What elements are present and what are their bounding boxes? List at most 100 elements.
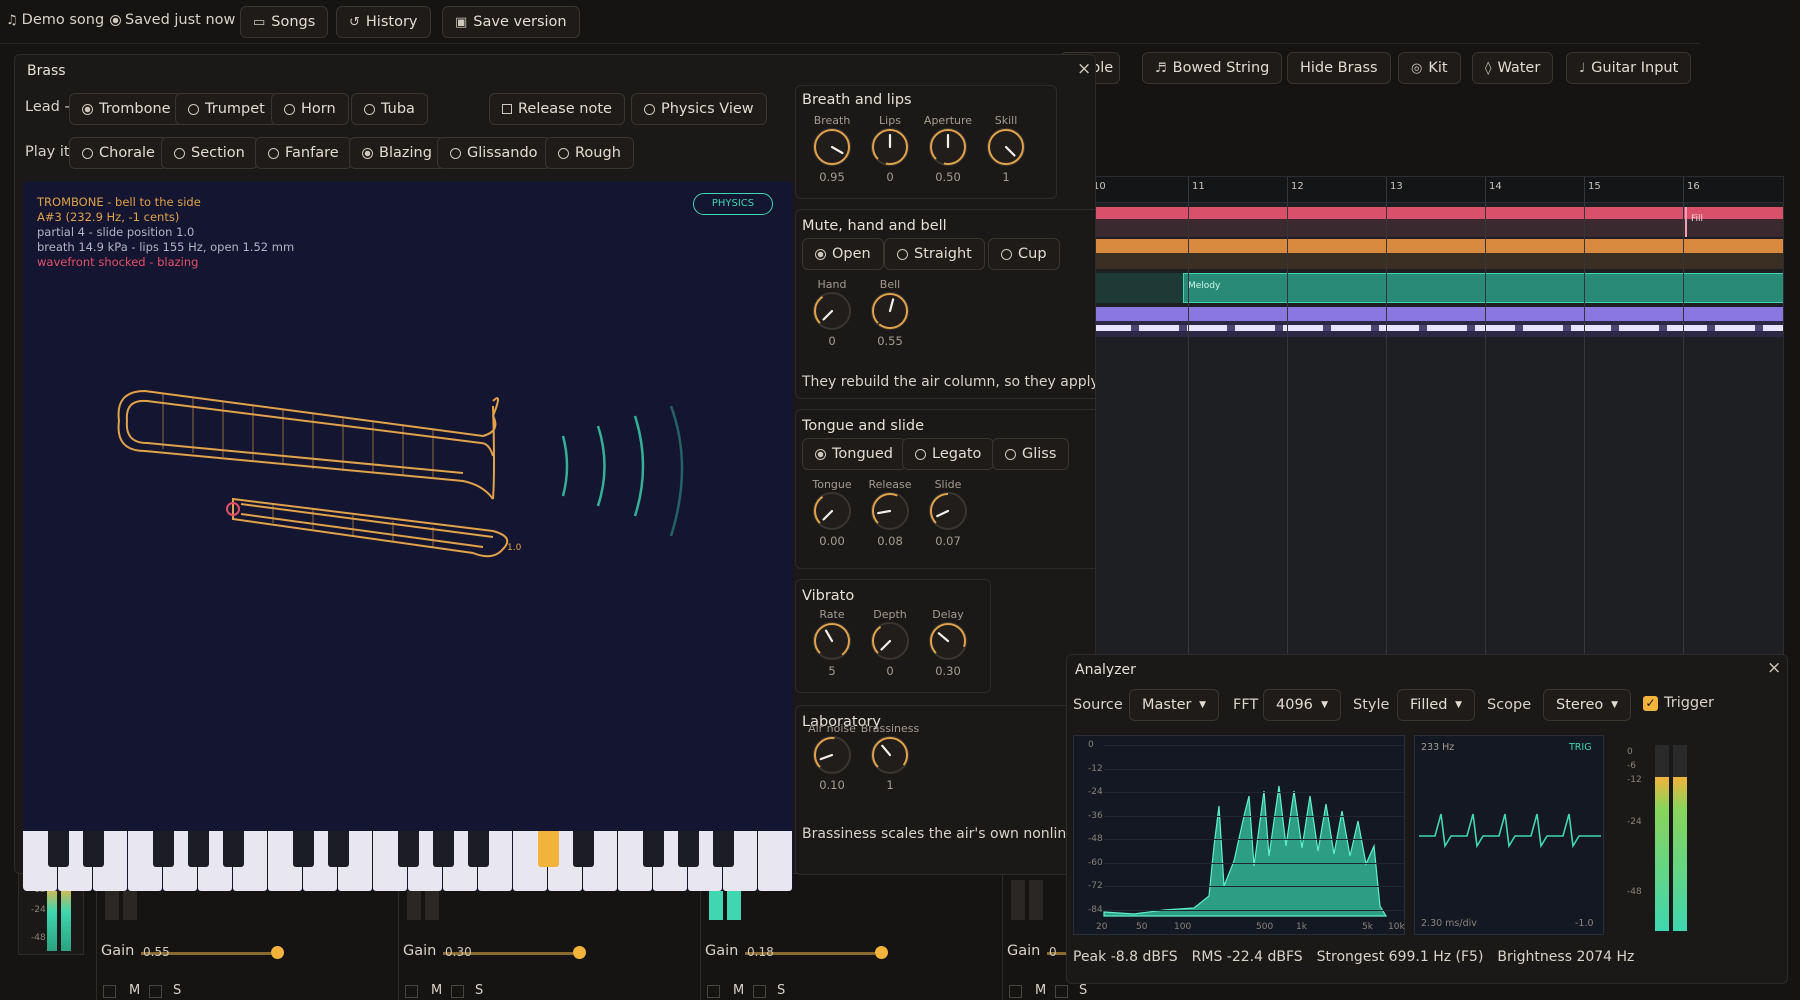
- tongue-option-1[interactable]: Legato: [902, 438, 995, 470]
- gain-slider-handle[interactable]: [875, 946, 888, 959]
- physics-view-toggle[interactable]: Physics View: [631, 93, 767, 125]
- guitar-input-button[interactable]: ♩ Guitar Input: [1566, 52, 1692, 84]
- meter-bar-left: [1655, 745, 1669, 931]
- mute-label: M: [129, 983, 141, 998]
- solo-checkbox[interactable]: [451, 985, 464, 998]
- mute-checkbox[interactable]: [707, 985, 720, 998]
- knob[interactable]: [813, 736, 851, 774]
- piano-black-key[interactable]: [187, 831, 209, 867]
- clip-purple[interactable]: [1091, 307, 1783, 321]
- mute-checkbox[interactable]: [1009, 985, 1022, 998]
- piano-keyboard: [23, 831, 793, 891]
- radio-icon: [82, 147, 93, 159]
- mute-option-1[interactable]: Straight: [884, 238, 985, 270]
- piano-black-key[interactable]: [47, 831, 69, 867]
- play-option-1[interactable]: Section: [161, 137, 258, 169]
- knob-arc: [988, 129, 1024, 165]
- piano-black-key[interactable]: [432, 831, 454, 867]
- radio-icon: [188, 103, 199, 115]
- clip-red[interactable]: [1091, 207, 1783, 219]
- play-option-2[interactable]: Fanfare: [255, 137, 352, 169]
- fft-select[interactable]: 4096 ▼: [1263, 689, 1341, 721]
- solo-checkbox[interactable]: [149, 985, 162, 998]
- source-select[interactable]: Master ▼: [1129, 689, 1219, 721]
- piano-black-key[interactable]: [82, 831, 104, 867]
- lead-option-0[interactable]: Trombone: [69, 93, 184, 125]
- knob[interactable]: [929, 622, 967, 660]
- mute-option-2[interactable]: Cup: [988, 238, 1060, 270]
- piano-white-key[interactable]: [758, 831, 792, 891]
- tongue-option-2[interactable]: Gliss: [992, 438, 1070, 470]
- mute-option-0[interactable]: Open: [802, 238, 884, 270]
- knob-value: 1: [1002, 170, 1010, 184]
- knob[interactable]: [813, 292, 851, 330]
- knob[interactable]: [987, 128, 1025, 166]
- piano-black-key[interactable]: [397, 831, 419, 867]
- close-icon[interactable]: ×: [1767, 658, 1781, 678]
- radio-icon: [268, 147, 279, 159]
- knob-value: 0.10: [819, 778, 845, 792]
- gain-slider-handle[interactable]: [271, 946, 284, 959]
- lead-option-3[interactable]: Tuba: [351, 93, 428, 125]
- scope-select[interactable]: Stereo ▼: [1543, 689, 1631, 721]
- tongue-option-0[interactable]: Tongued: [802, 438, 906, 470]
- piano-black-key[interactable]: [677, 831, 699, 867]
- song-title[interactable]: ♫ Demo song: [6, 12, 104, 28]
- piano-black-key[interactable]: [642, 831, 664, 867]
- play-option-0[interactable]: Chorale: [69, 137, 168, 169]
- save-version-button[interactable]: ▣ Save version: [442, 6, 580, 38]
- knob-label: Aperture: [923, 114, 973, 127]
- bowed-string-button[interactable]: ♬ Bowed String: [1142, 52, 1283, 84]
- mute-checkbox[interactable]: [405, 985, 418, 998]
- piano-black-key[interactable]: [292, 831, 314, 867]
- knob[interactable]: [929, 128, 967, 166]
- knob[interactable]: [871, 128, 909, 166]
- scope-label: Scope: [1487, 697, 1532, 713]
- breath-title: Breath and lips: [802, 92, 912, 108]
- piano-black-key[interactable]: [572, 831, 594, 867]
- saved-status: Saved just now: [110, 12, 235, 28]
- knob[interactable]: [871, 492, 909, 530]
- water-button[interactable]: ◊ Water: [1472, 52, 1554, 84]
- knob[interactable]: [871, 736, 909, 774]
- knob[interactable]: [929, 492, 967, 530]
- history-button[interactable]: ↺ History: [336, 6, 431, 38]
- piano-black-key[interactable]: [467, 831, 489, 867]
- radio-icon: [644, 103, 655, 115]
- lead-option-2[interactable]: Horn: [271, 93, 349, 125]
- clip-orange[interactable]: [1091, 239, 1783, 253]
- clip-fill[interactable]: Fill: [1685, 207, 1783, 237]
- play-option-3[interactable]: Blazing: [349, 137, 445, 169]
- knob[interactable]: [813, 492, 851, 530]
- kit-button[interactable]: ◎ Kit: [1398, 52, 1461, 84]
- piano-black-key[interactable]: [712, 831, 734, 867]
- knob[interactable]: [813, 128, 851, 166]
- style-select[interactable]: Filled ▼: [1397, 689, 1475, 721]
- gain-slider-handle[interactable]: [573, 946, 586, 959]
- solo-checkbox[interactable]: [1055, 985, 1068, 998]
- solo-checkbox[interactable]: [753, 985, 766, 998]
- piano-black-key-active[interactable]: [537, 831, 559, 867]
- piano-black-key[interactable]: [222, 831, 244, 867]
- water-drop-icon: ◊: [1485, 60, 1492, 76]
- knob[interactable]: [813, 622, 851, 660]
- trigger-checkbox[interactable]: ✓ Trigger: [1643, 695, 1714, 711]
- mute-checkbox[interactable]: [103, 985, 116, 998]
- spectrum-x-tick: 10k: [1388, 922, 1405, 932]
- hide-brass-button[interactable]: Hide Brass: [1287, 52, 1391, 84]
- piano-black-key[interactable]: [327, 831, 349, 867]
- knob-label: Slide: [934, 478, 962, 491]
- play-option-5[interactable]: Rough: [545, 137, 634, 169]
- tongue-title: Tongue and slide: [802, 418, 925, 434]
- clip-melody[interactable]: Melody: [1183, 273, 1783, 303]
- knob-value: 0.50: [935, 170, 961, 184]
- knob-label: Lips: [879, 114, 901, 127]
- lead-option-1[interactable]: Trumpet: [175, 93, 278, 125]
- songs-button[interactable]: ▭ Songs: [240, 6, 329, 38]
- knob[interactable]: [871, 622, 909, 660]
- release-note-checkbox[interactable]: Release note: [489, 93, 625, 125]
- knob[interactable]: [871, 292, 909, 330]
- piano-black-key[interactable]: [152, 831, 174, 867]
- knob-arc: [872, 623, 908, 659]
- play-option-4[interactable]: Glissando: [437, 137, 551, 169]
